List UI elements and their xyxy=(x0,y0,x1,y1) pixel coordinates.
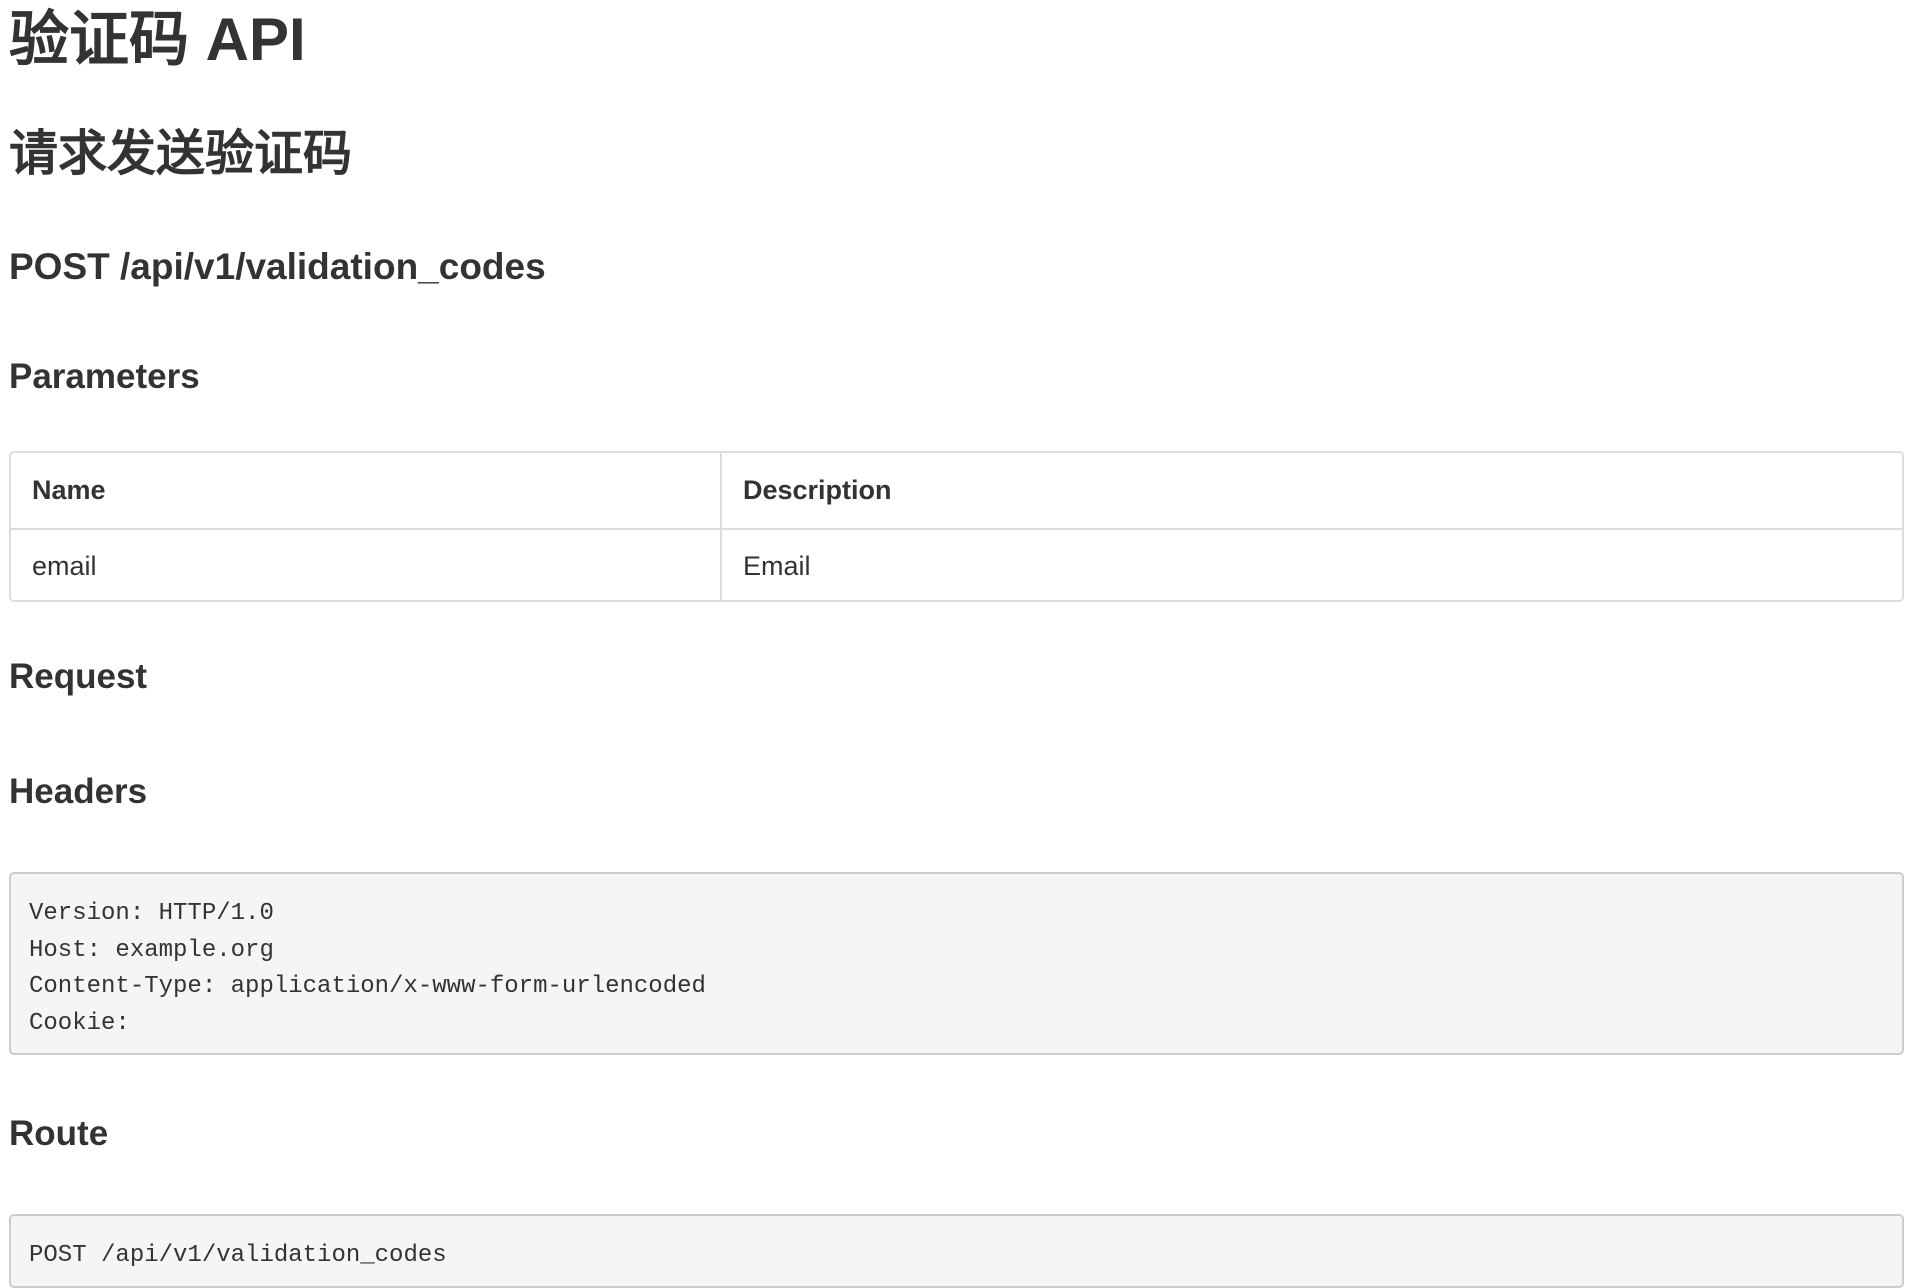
param-description-cell: Email xyxy=(743,551,811,581)
code-line: POST /api/v1/validation_codes xyxy=(29,1242,447,1269)
headers-heading: Headers xyxy=(9,772,148,811)
column-header-name: Name xyxy=(11,453,722,528)
headers-code-block: Version: HTTP/1.0 Host: example.org Cont… xyxy=(9,872,1904,1055)
column-header-description: Description xyxy=(743,475,892,505)
table-row: email Email xyxy=(11,529,1902,600)
parameters-heading: Parameters xyxy=(9,357,200,396)
code-line: Content-Type: application/x-www-form-url… xyxy=(29,973,706,1000)
section-title: 请求发送验证码 xyxy=(9,127,353,181)
parameters-table: Name Description email Email xyxy=(9,451,1904,602)
param-name-cell: email xyxy=(11,529,722,600)
code-line: Version: HTTP/1.0 xyxy=(29,900,274,927)
request-heading: Request xyxy=(9,657,148,696)
code-line: Host: example.org xyxy=(29,936,274,964)
route-heading: Route xyxy=(9,1114,109,1153)
page-title: 验证码 API xyxy=(9,6,306,73)
endpoint-heading: POST /api/v1/validation_codes xyxy=(9,246,546,287)
code-line: Cookie: xyxy=(29,1009,130,1037)
route-code-block: POST /api/v1/validation_codes xyxy=(9,1214,1904,1288)
table-header-row: Name Description xyxy=(11,453,1902,530)
